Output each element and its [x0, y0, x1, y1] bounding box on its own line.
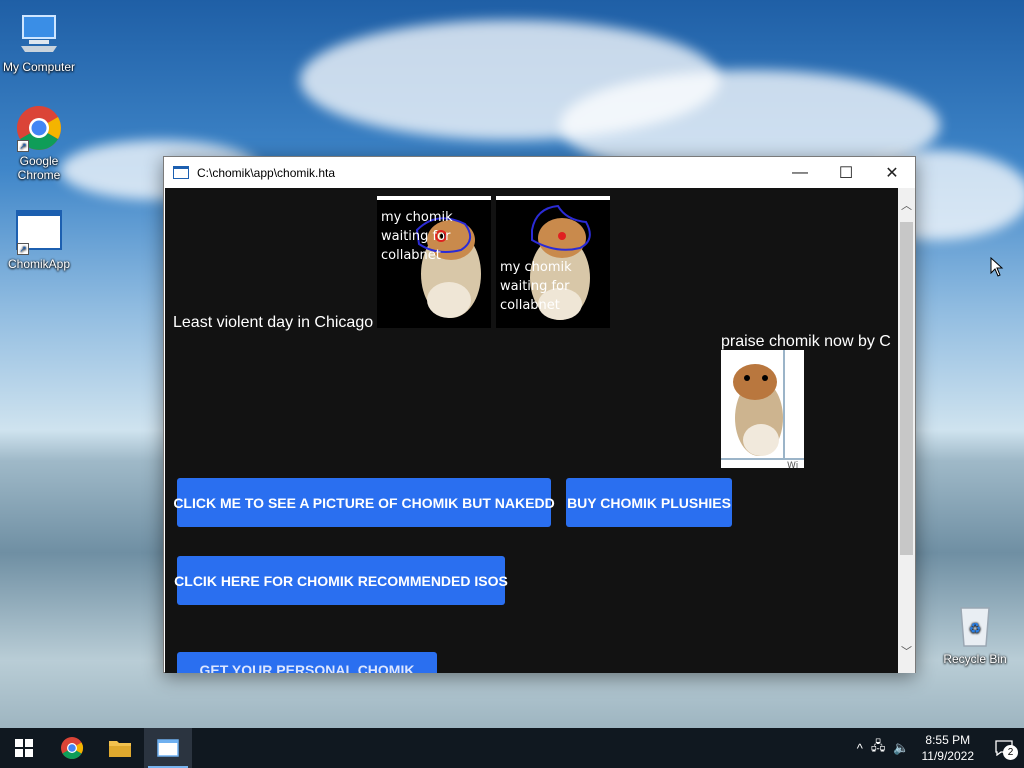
card-caption-line: waiting for	[500, 279, 570, 294]
mouse-cursor-icon	[990, 257, 1004, 277]
card-caption-line: collabnet	[381, 248, 441, 263]
taskbar: ^ 🖧 🔈 8:55 PM 11/9/2022 2	[0, 728, 1024, 768]
card-caption-line: my chomik	[381, 210, 453, 225]
scroll-up-icon[interactable]: ︿	[898, 198, 915, 215]
start-button[interactable]	[0, 728, 48, 768]
card-caption-line: collabnet	[500, 298, 560, 313]
app-window: C:\chomik\app\chomik.hta — ☐ ✕ Least vio…	[163, 156, 916, 673]
window-titlebar[interactable]: C:\chomik\app\chomik.hta — ☐ ✕	[164, 157, 915, 188]
window-app-icon	[173, 166, 189, 179]
desktop-icon-chomikapp[interactable]: ↗ ChomikApp	[1, 207, 77, 271]
computer-icon	[15, 10, 63, 58]
hamster-image-card: my chomik waiting for collabnet	[377, 196, 491, 328]
desktop-icon-recycle-bin[interactable]: ♻ Recycle Bin	[937, 602, 1013, 666]
clock-time: 8:55 PM	[925, 733, 971, 747]
scroll-thumb[interactable]	[900, 222, 913, 555]
window-title: C:\chomik\app\chomik.hta	[197, 165, 336, 180]
hamster-image: Wi	[721, 350, 804, 468]
app-window-icon	[157, 739, 179, 757]
praise-text: praise chomik now by C	[721, 333, 891, 350]
hamster-image-card: my chomik waiting for collabnet	[496, 196, 610, 328]
maximize-button[interactable]: ☐	[823, 157, 869, 188]
scroll-down-icon[interactable]: ﹀	[898, 644, 915, 661]
app-window-icon: ↗	[15, 207, 63, 255]
page-content: Least violent day in Chicago my chomik w…	[165, 188, 900, 673]
close-button[interactable]: ✕	[869, 157, 915, 188]
praise-hamster-image: Wi	[721, 350, 804, 468]
card-caption-line: my chomik	[500, 260, 572, 275]
headline-text: Least violent day in Chicago	[173, 314, 374, 331]
see-naked-chomik-button[interactable]: CLICK ME TO SEE A PICTURE OF CHOMIK BUT …	[173, 478, 555, 527]
partial-button[interactable]: GET YOUR PERSONAL CHOMIK	[177, 652, 437, 673]
svg-text:♻: ♻	[969, 621, 982, 637]
buy-plushies-button[interactable]: BUY CHOMIK PLUSHIES	[566, 478, 732, 527]
taskbar-file-explorer[interactable]	[96, 728, 144, 768]
chrome-icon	[61, 737, 83, 759]
clock-date: 11/9/2022	[921, 749, 975, 763]
desktop-icon-google-chrome[interactable]: ↗ Google Chrome	[1, 104, 77, 182]
desktop-icon-label: ChomikApp	[7, 257, 71, 271]
desktop-icon-label: Google Chrome	[17, 154, 61, 182]
shortcut-arrow-icon: ↗	[17, 243, 29, 255]
recommended-isos-button[interactable]: CLCIK HERE FOR CHOMIK RECOMMENDED ISOS	[174, 556, 508, 605]
desktop-icon-label: My Computer	[2, 60, 76, 74]
vertical-scrollbar[interactable]: ︿ ﹀	[898, 188, 915, 673]
volume-icon[interactable]: 🔈	[893, 740, 909, 756]
recycle-bin-icon: ♻	[951, 602, 999, 650]
desktop-icon-my-computer[interactable]: My Computer	[1, 10, 77, 74]
desktop-icon-label: Recycle Bin	[943, 652, 1007, 666]
notification-center-button[interactable]: 2	[984, 728, 1024, 768]
tray-chevron-icon[interactable]: ^	[857, 741, 863, 756]
taskbar-chomikapp[interactable]	[144, 728, 192, 768]
card-caption-line: waiting for	[381, 229, 451, 244]
windows-logo-icon	[15, 739, 33, 757]
clock[interactable]: 8:55 PM 11/9/2022	[922, 732, 975, 764]
watermark-text: Wi	[787, 461, 798, 468]
system-tray: ^ 🖧 🔈 8:55 PM 11/9/2022 2	[853, 728, 1024, 768]
folder-icon	[109, 741, 131, 757]
network-icon[interactable]: 🖧	[871, 737, 886, 759]
shortcut-arrow-icon: ↗	[17, 140, 29, 152]
chrome-icon: ↗	[15, 104, 63, 152]
minimize-button[interactable]: —	[777, 157, 823, 188]
taskbar-chrome[interactable]	[48, 728, 96, 768]
notification-count-badge: 2	[1003, 745, 1018, 760]
